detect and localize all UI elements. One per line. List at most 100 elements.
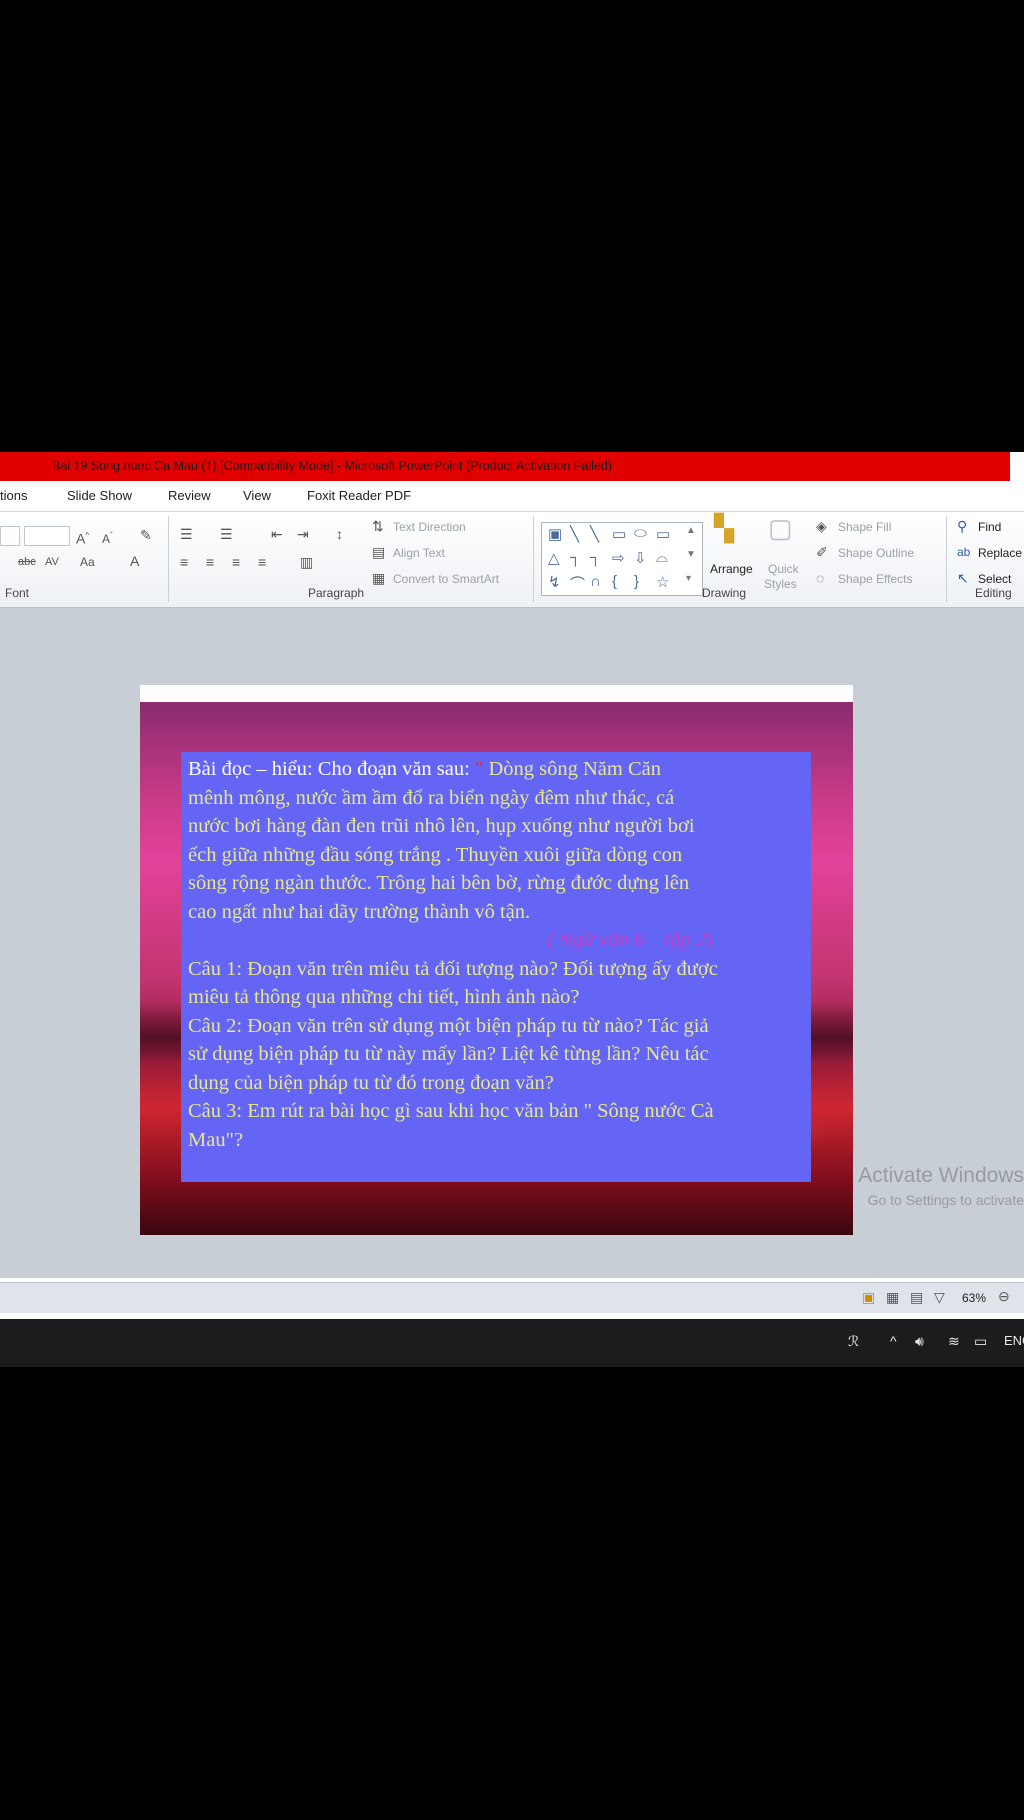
reading-view-icon[interactable]: ▤ [910,1289,923,1305]
font-color-icon[interactable]: A [130,553,139,569]
passage-line-3: nước bơi hàng đàn đen trũi nhô lên, hụp … [188,815,695,837]
title-bar-edge [1010,452,1024,481]
passage-line-4: ếch giữa những đầu sóng trắng . Thuyền x… [188,843,683,866]
convert-smartart-button[interactable]: Convert to SmartArt [393,572,499,586]
select-icon: ↖ [957,570,969,586]
line-spacing-icon[interactable]: ↕ [336,526,343,542]
passage-line-5: sông rộng ngàn thước. Trông hai bên bờ, … [188,872,690,894]
ribbon-tabs: tions Slide Show Review View Foxit Reade… [0,481,1024,512]
tab-animations[interactable]: tions [0,488,27,503]
right-arrow-shape-icon: ⇨ [612,550,625,567]
passage-line-1: Dòng sông Năm Căn [488,758,661,780]
quick-styles-button-line1[interactable]: Quick [768,562,799,576]
slide-show-icon[interactable]: ▽ [934,1289,945,1305]
shape-outline-button[interactable]: Shape Outline [838,546,914,560]
line-shape-icon: ╲ [570,526,580,543]
align-text-icon: ▤ [372,544,386,560]
question-2-line-1: Câu 2: Đoạn văn trên sử dụng một biện ph… [188,1014,709,1037]
align-left-icon[interactable]: ≡ [180,554,188,570]
arc-shape-icon: ⌒ [570,576,586,593]
passage-line-2: mênh mông, nước ầm ầm đổ ra biển ngày đê… [188,786,675,809]
right-brace-icon: } [634,573,640,590]
smartart-icon: ▦ [372,570,386,586]
elbow-connector-icon: ┐ [570,549,581,566]
down-arrow-shape-icon: ⇩ [634,550,647,567]
activate-windows-subtext: Go to Settings to activate [867,1192,1024,1208]
tab-foxit-reader-pdf[interactable]: Foxit Reader PDF [307,488,411,503]
gallery-down-icon: ▼ [686,549,696,560]
clear-formatting-icon[interactable]: ✎ [140,527,152,543]
editing-group-label: Editing [975,586,1012,600]
text-direction-button[interactable]: Text Direction [393,520,466,534]
tab-review[interactable]: Review [168,488,211,503]
elbow-arrow-icon: ┐ [590,549,601,566]
ribbon: A^ Aˇ ✎ abc AV Aa A Font ☰ ☰ ⇤ ⇥ ↕ ≡ ≡ ≡… [0,512,1024,608]
columns-icon[interactable]: ▥ [300,554,313,570]
font-name-dropdown[interactable] [0,526,20,546]
change-case-icon[interactable]: Aa [80,554,95,570]
shapes-gallery[interactable]: ▣ ╲ ╲ ▭ ⬭ ▭ △ ┐ ┐ ⇨ ⇩ ⌓ ↯ ⌒ ∩ { } ☆ ▲ ▼ … [541,522,703,596]
font-group-label: Font [5,586,30,600]
numbering-icon[interactable]: ☰ [220,526,233,542]
shrink-font-icon[interactable]: Aˇ [102,528,113,547]
arrange-button[interactable]: Arrange [710,562,753,576]
powerpoint-window: Bai 19 Song nuoc Ca Mau (1) [Compatibili… [0,452,1024,1367]
character-spacing-icon[interactable]: AV [45,554,59,570]
activate-windows-watermark: Activate Windows [858,1164,1024,1187]
slide-sorter-icon[interactable]: ▦ [886,1289,899,1305]
question-1-line-2: miêu tả thông qua những chi tiết, hình ả… [188,986,580,1008]
select-button[interactable]: Select [978,572,1011,586]
show-hidden-icons-icon[interactable]: ^ [890,1333,897,1349]
left-brace-icon: { [612,573,618,590]
people-icon[interactable]: ℛ [848,1333,859,1350]
replace-button[interactable]: Replace [978,546,1022,560]
normal-view-icon[interactable]: ▣ [862,1289,875,1305]
group-separator [168,516,169,602]
lightning-shape-icon: ↯ [548,574,561,591]
question-2-line-3: dụng của biện pháp tu từ đó trong đoạn v… [188,1071,554,1094]
align-text-button[interactable]: Align Text [393,546,445,560]
triangle-shape-icon: △ [548,550,560,567]
zoom-out-icon[interactable]: ⊖ [998,1288,1010,1304]
language-indicator[interactable]: ENG [1004,1333,1024,1348]
tab-view[interactable]: View [243,488,271,503]
find-button[interactable]: Find [978,520,1001,534]
title-bar: Bai 19 Song nuoc Ca Mau (1) [Compatibili… [0,452,1010,481]
tab-slide-show[interactable]: Slide Show [67,488,132,503]
paragraph-group-label: Paragraph [308,586,365,600]
curve-shape-icon: ∩ [590,573,601,590]
intro-label: Bài đọc – hiểu: Cho đoạn văn sau: [188,758,475,780]
quick-styles-button-line2[interactable]: Styles [764,577,797,591]
wifi-icon[interactable]: ≋ [948,1333,960,1350]
shape-fill-icon: ◈ [816,518,827,534]
shape-fill-button[interactable]: Shape Fill [838,520,891,534]
strikethrough-icon[interactable]: abc [18,554,36,570]
slide-editing-area[interactable]: Bài đọc – hiểu: Cho đoạn văn sau: " Dòng… [0,608,1024,1278]
battery-icon[interactable]: ▭ [974,1333,987,1350]
gallery-more-icon: ▾ [686,573,692,584]
replace-icon: ab [957,545,971,559]
star-shape-icon: ☆ [656,574,670,591]
shape-outline-icon: ✐ [816,544,828,560]
increase-indent-icon[interactable]: ⇥ [297,526,309,542]
align-right-icon[interactable]: ≡ [232,554,240,570]
volume-icon[interactable]: 🔊︎ [915,1333,924,1350]
quick-styles-icon: ▢ [768,513,793,543]
slide[interactable]: Bài đọc – hiểu: Cho đoạn văn sau: " Dòng… [140,685,853,1235]
text-box-shape-icon: ▣ [548,526,563,543]
bullets-icon[interactable]: ☰ [180,526,193,542]
justify-icon[interactable]: ≡ [258,554,266,570]
grow-font-icon[interactable]: A^ [76,528,89,547]
zoom-level[interactable]: 63% [962,1291,986,1305]
freeform-shape-icon: ⌓ [656,549,668,566]
font-size-dropdown[interactable] [24,526,70,546]
window-title: Bai 19 Song nuoc Ca Mau (1) [Compatibili… [52,459,612,473]
shape-effects-button[interactable]: Shape Effects [838,572,913,586]
question-3-line-2: Mau"? [188,1128,244,1151]
align-center-icon[interactable]: ≡ [206,554,214,570]
drawing-group-label: Drawing [702,586,747,600]
decrease-indent-icon[interactable]: ⇤ [271,526,283,542]
question-3-line-1: Câu 3: Em rút ra bài học gì sau khi học … [188,1100,714,1122]
find-icon: ⚲ [957,518,968,534]
slide-textbox[interactable]: Bài đọc – hiểu: Cho đoạn văn sau: " Dòng… [181,752,811,1182]
